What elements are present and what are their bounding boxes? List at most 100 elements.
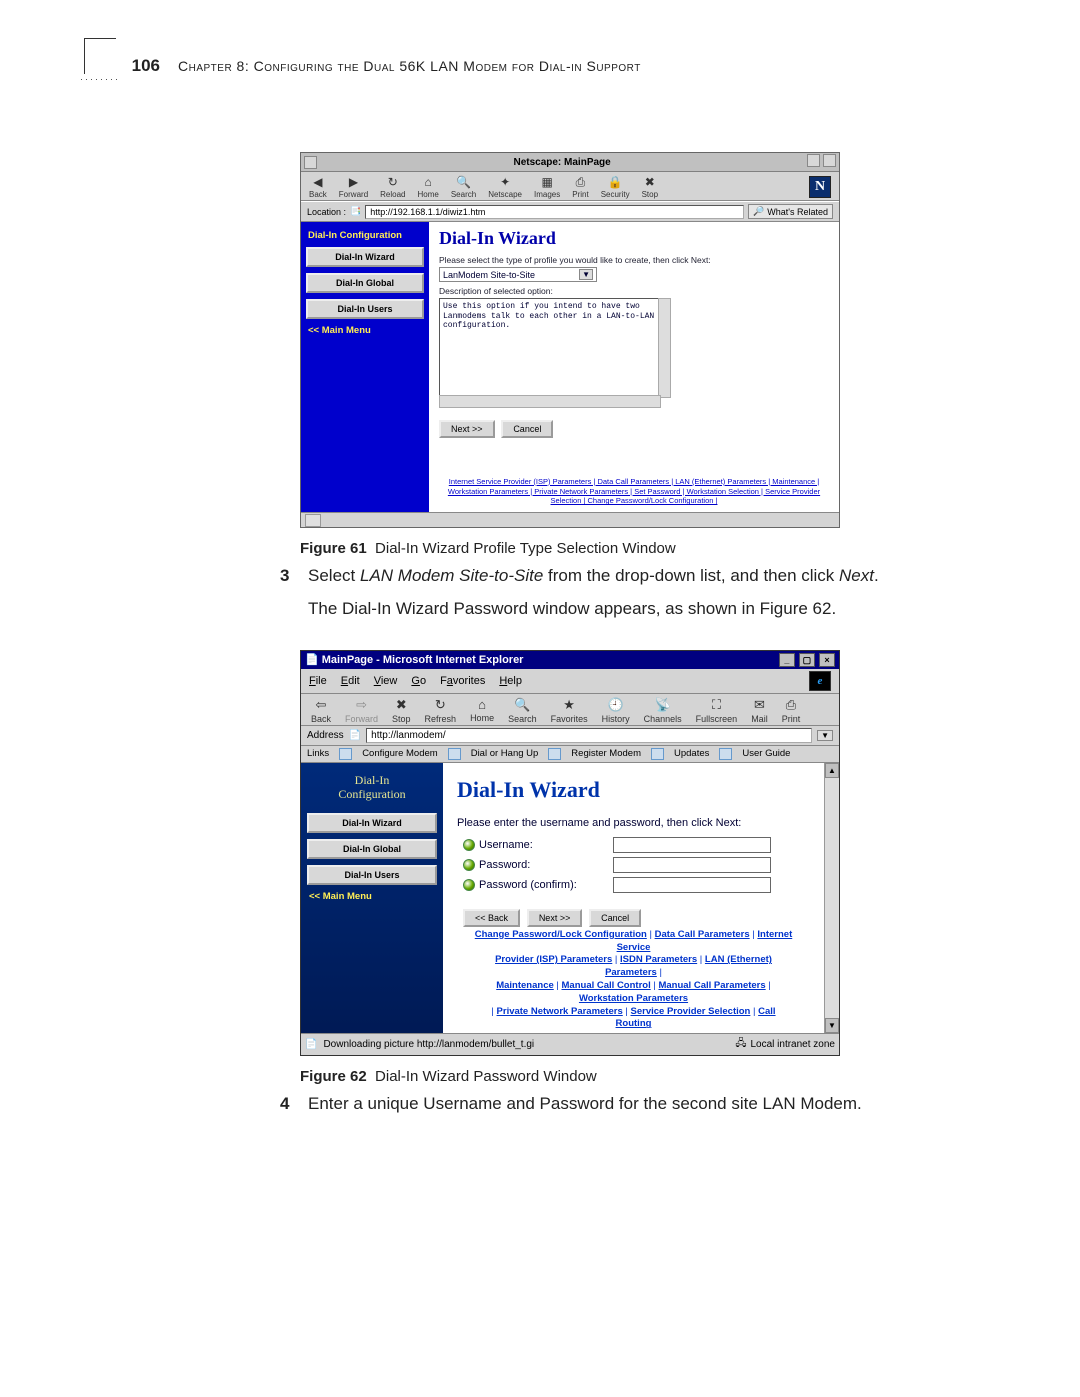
menu-go[interactable]: Go [411, 675, 426, 687]
forward-button[interactable]: ⇨Forward [345, 697, 378, 724]
cancel-button[interactable]: Cancel [501, 420, 553, 438]
forward-icon: ⇨ [356, 697, 367, 713]
menu-help[interactable]: Help [499, 675, 522, 687]
sidebar-main-menu-link[interactable]: << Main Menu [308, 325, 424, 336]
netscape-logo: N [809, 176, 831, 198]
bullet-icon [463, 839, 475, 851]
menu-view[interactable]: View [374, 675, 398, 687]
search-button[interactable]: 🔍Search [451, 175, 476, 199]
address-bar: Address 📄 ▼ [301, 726, 839, 746]
bullet-icon [463, 859, 475, 871]
fullscreen-button[interactable]: ⛶Fullscreen [696, 697, 738, 724]
sidebar-item-dial-in-global[interactable]: Dial-In Global [306, 273, 424, 293]
bullet-icon [463, 879, 475, 891]
reload-icon: ↻ [385, 175, 401, 189]
sidebar: Dial-In Configuration Dial-In Wizard Dia… [301, 222, 429, 512]
page-icon: 📄 [349, 730, 361, 741]
menu-favorites[interactable]: Favorites [440, 675, 485, 687]
home-icon: ⌂ [420, 175, 436, 189]
vertical-scrollbar[interactable] [658, 298, 671, 398]
sidebar-item-dial-in-users[interactable]: Dial-In Users [307, 865, 437, 885]
username-input[interactable] [613, 837, 771, 853]
channels-button[interactable]: 📡Channels [644, 697, 682, 724]
menu-edit[interactable]: Edit [341, 675, 360, 687]
vertical-scrollbar[interactable]: ▲ ▼ [824, 763, 839, 1033]
window-menu-icon[interactable] [304, 156, 317, 169]
header-rule-top [84, 38, 116, 39]
mail-button[interactable]: ✉Mail [751, 697, 768, 724]
sidebar-main-menu-link[interactable]: << Main Menu [309, 891, 437, 902]
images-icon: ▦ [539, 175, 555, 189]
netscape-titlebar: Netscape: MainPage [301, 153, 839, 172]
reload-button[interactable]: ↻Reload [380, 175, 405, 199]
search-button[interactable]: 🔍Search [508, 697, 537, 724]
link-register-modem[interactable]: Register Modem [571, 748, 641, 759]
back-button[interactable]: ◀Back [309, 175, 327, 199]
link-dial-hangup[interactable]: Dial or Hang Up [471, 748, 539, 759]
link-configure-modem[interactable]: Configure Modem [362, 748, 438, 759]
menu-file[interactable]: File [309, 675, 327, 687]
home-button[interactable]: ⌂Home [418, 175, 439, 199]
location-input[interactable] [365, 205, 744, 219]
cancel-button[interactable]: Cancel [589, 909, 641, 927]
figure-62-caption: Figure 62 Dial-In Wizard Password Window [300, 1068, 920, 1085]
description-textarea: Use this option if you intend to have tw… [439, 298, 667, 396]
whats-related-button[interactable]: 🔎 What's Related [748, 204, 833, 219]
address-input[interactable] [366, 728, 812, 743]
link-user-guide[interactable]: User Guide [742, 748, 790, 759]
back-button[interactable]: ⇦Back [311, 697, 331, 724]
related-icon: 🔎 [753, 206, 764, 217]
profile-type-select[interactable]: LanModem Site-to-Site ▼ [439, 267, 597, 282]
minimize-button[interactable] [807, 154, 820, 167]
sidebar-item-dial-in-wizard[interactable]: Dial-In Wizard [307, 813, 437, 833]
maximize-button[interactable]: ▢ [799, 653, 815, 667]
print-button[interactable]: ⎙Print [572, 175, 588, 199]
search-icon: 🔍 [514, 697, 530, 713]
favorites-button[interactable]: ★Favorites [551, 697, 588, 724]
page-footer-links[interactable]: Internet Service Provider (ISP) Paramete… [439, 473, 829, 508]
scroll-down-icon[interactable]: ▼ [825, 1018, 839, 1033]
sidebar-item-dial-in-wizard[interactable]: Dial-In Wizard [306, 247, 424, 267]
ie-page-icon: 📄 [305, 654, 319, 666]
refresh-button[interactable]: ↻Refresh [425, 697, 457, 724]
print-button[interactable]: ⎙Print [782, 697, 801, 724]
close-button[interactable]: × [819, 653, 835, 667]
next-button[interactable]: Next >> [439, 420, 495, 438]
horizontal-scrollbar[interactable] [439, 395, 661, 408]
history-button[interactable]: 🕘History [602, 697, 630, 724]
stop-button[interactable]: ✖Stop [642, 175, 658, 199]
back-button[interactable]: << Back [463, 909, 520, 927]
sidebar-item-dial-in-global[interactable]: Dial-In Global [307, 839, 437, 859]
netscape-button[interactable]: ✦Netscape [488, 175, 522, 199]
bookmark-icon[interactable]: 📑 [350, 206, 361, 217]
images-button[interactable]: ▦Images [534, 175, 560, 199]
body-text-fig62-ref: The Dial-In Wizard Password window appea… [308, 595, 920, 622]
password-confirm-label: Password (confirm): [479, 879, 577, 891]
netscape-icon: ✦ [497, 175, 513, 189]
links-label: Links [307, 748, 329, 759]
password-input[interactable] [613, 857, 771, 873]
page-header: 106 Chapter 8: Configuring the Dual 56K … [120, 56, 920, 76]
sidebar-item-dial-in-users[interactable]: Dial-In Users [306, 299, 424, 319]
maximize-button[interactable] [823, 154, 836, 167]
username-label: Username: [479, 839, 533, 851]
security-button[interactable]: 🔒Security [601, 175, 630, 199]
ie-statusbar: 📄 Downloading picture http://lanmodem/bu… [301, 1033, 839, 1055]
password-confirm-input[interactable] [613, 877, 771, 893]
back-icon: ◀ [310, 175, 326, 189]
address-dropdown-icon[interactable]: ▼ [817, 730, 833, 741]
window-title: Netscape: MainPage [317, 157, 807, 168]
next-button[interactable]: Next >> [527, 909, 583, 927]
search-icon: 🔍 [456, 175, 472, 189]
chevron-down-icon: ▼ [579, 269, 593, 280]
forward-button[interactable]: ▶Forward [339, 175, 368, 199]
stop-button[interactable]: ✖Stop [392, 697, 411, 724]
home-button[interactable]: ⌂Home [470, 697, 494, 723]
minimize-button[interactable]: _ [779, 653, 795, 667]
status-text: Downloading picture http://lanmodem/bull… [323, 1039, 534, 1050]
scroll-up-icon[interactable]: ▲ [825, 763, 839, 778]
link-updates[interactable]: Updates [674, 748, 709, 759]
ie-menubar: File Edit View Go Favorites Help e [301, 669, 839, 694]
page-footer-links[interactable]: Change Password/Lock Configuration | Dat… [457, 927, 810, 1034]
netscape-toolbar: ◀Back ▶Forward ↻Reload ⌂Home 🔍Search ✦Ne… [301, 172, 839, 201]
